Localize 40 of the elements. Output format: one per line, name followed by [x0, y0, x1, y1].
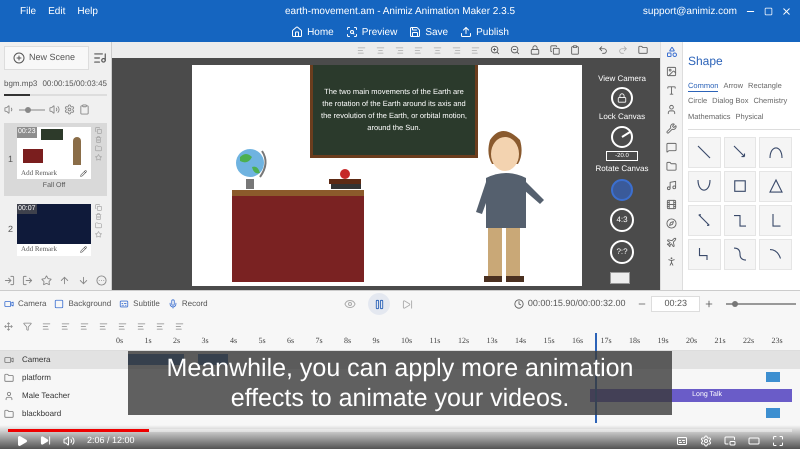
ruler-tick: 9s	[372, 335, 381, 347]
ruler-tick: 4s	[230, 335, 238, 347]
music-time: 00:00:15/00:03:45	[42, 78, 107, 90]
ruler-tick: 16s	[572, 335, 584, 347]
track-name: blackboard	[22, 408, 62, 420]
ruler-tick: 18s	[629, 335, 642, 347]
scene-number: 2	[8, 222, 14, 236]
ruler-tick: 17s	[600, 335, 613, 347]
ruler-tick: 14s	[515, 335, 528, 347]
video-time: 2:06 / 12:00	[87, 434, 135, 447]
account-email: support@animiz.com	[642, 4, 737, 18]
ruler-tick: 0s	[116, 335, 124, 347]
window-title: earth-movement.am - Animiz Animation Maker 2.3.5	[284, 4, 516, 18]
ruler-tick: 5s	[258, 335, 267, 347]
ruler-tick: 22s	[743, 335, 756, 347]
ruler-tick: 20s	[686, 335, 698, 347]
track-name: Camera	[22, 354, 52, 366]
ruler-tick: 8s	[344, 335, 352, 347]
music-file: bgm.mp3	[4, 78, 38, 90]
panel-title: Shape	[688, 53, 724, 70]
time-readout: 00:00:15.90/00:00:32.00	[528, 297, 626, 310]
ruler-tick: 1s	[144, 335, 153, 347]
ruler-tick: 2s	[173, 335, 182, 347]
ruler-tick: 11s	[430, 335, 442, 347]
ruler-tick: 23s	[772, 335, 784, 347]
video-caption-toast: Meanwhile, you can apply more animation effects to animate your videos.	[128, 351, 672, 415]
ruler-tick: 15s	[544, 335, 556, 347]
ruler-tick: 3s	[202, 335, 210, 347]
ruler-tick: 12s	[458, 335, 470, 347]
track-name: platform	[22, 372, 52, 384]
ruler-tick: 7s	[316, 335, 324, 347]
scene-number: 1	[8, 152, 14, 166]
ruler-tick: 21s	[714, 335, 727, 347]
ruler-tick: 10s	[401, 335, 414, 347]
ruler-tick: 19s	[658, 335, 670, 347]
track-name: Male Teacher	[22, 390, 71, 402]
ruler-tick: 13s	[486, 335, 499, 347]
rotate-canvas-label: Rotate Canvas	[596, 163, 648, 175]
ruler-tick: 6s	[287, 335, 296, 347]
lock-canvas-label: Lock Canvas	[598, 111, 646, 123]
